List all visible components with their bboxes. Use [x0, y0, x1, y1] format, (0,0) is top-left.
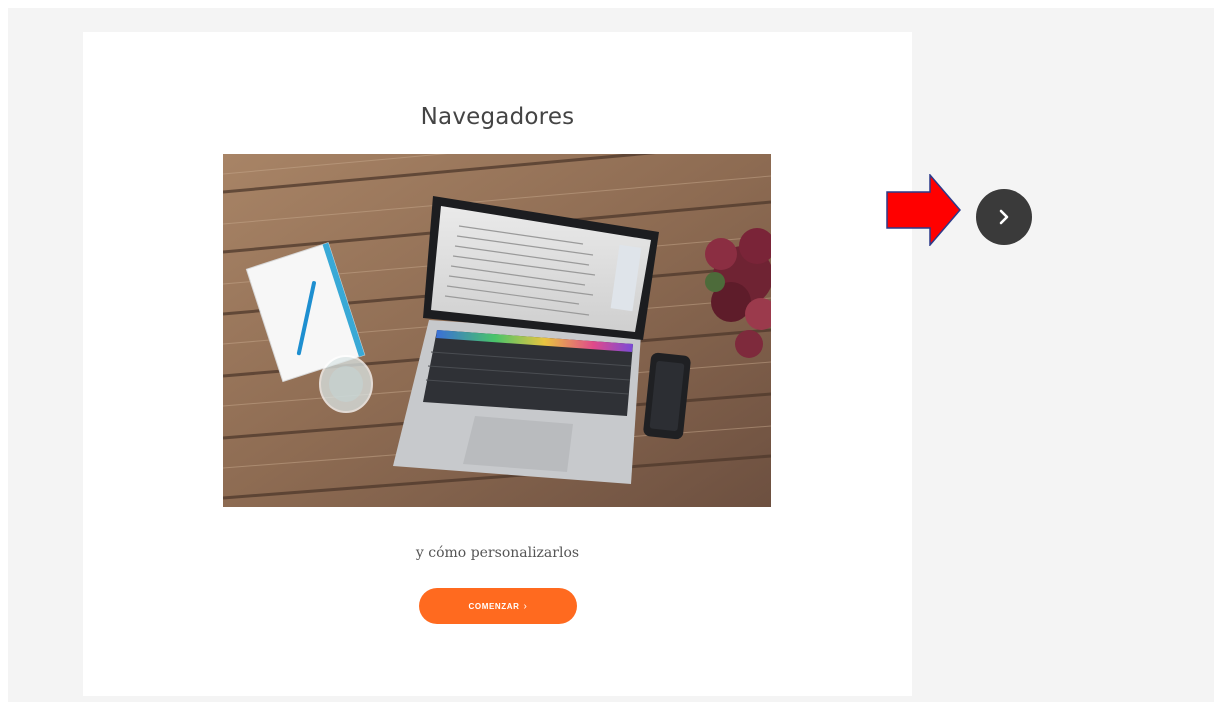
card-subtitle: y cómo personalizarlos — [415, 545, 580, 561]
card-title: Navegadores — [420, 104, 575, 130]
lesson-card: Navegadores y cómo personalizarlos COMEN… — [83, 32, 912, 696]
start-button[interactable]: COMENZAR › — [419, 588, 577, 624]
next-slide-button[interactable] — [976, 189, 1032, 245]
chevron-right-icon: › — [523, 600, 528, 612]
red-arrow-icon — [886, 174, 961, 246]
chevron-right-icon — [999, 209, 1009, 225]
page-background: Navegadores y cómo personalizarlos COMEN… — [8, 8, 1214, 702]
hero-image — [223, 154, 771, 507]
start-button-label: COMENZAR — [468, 601, 520, 611]
